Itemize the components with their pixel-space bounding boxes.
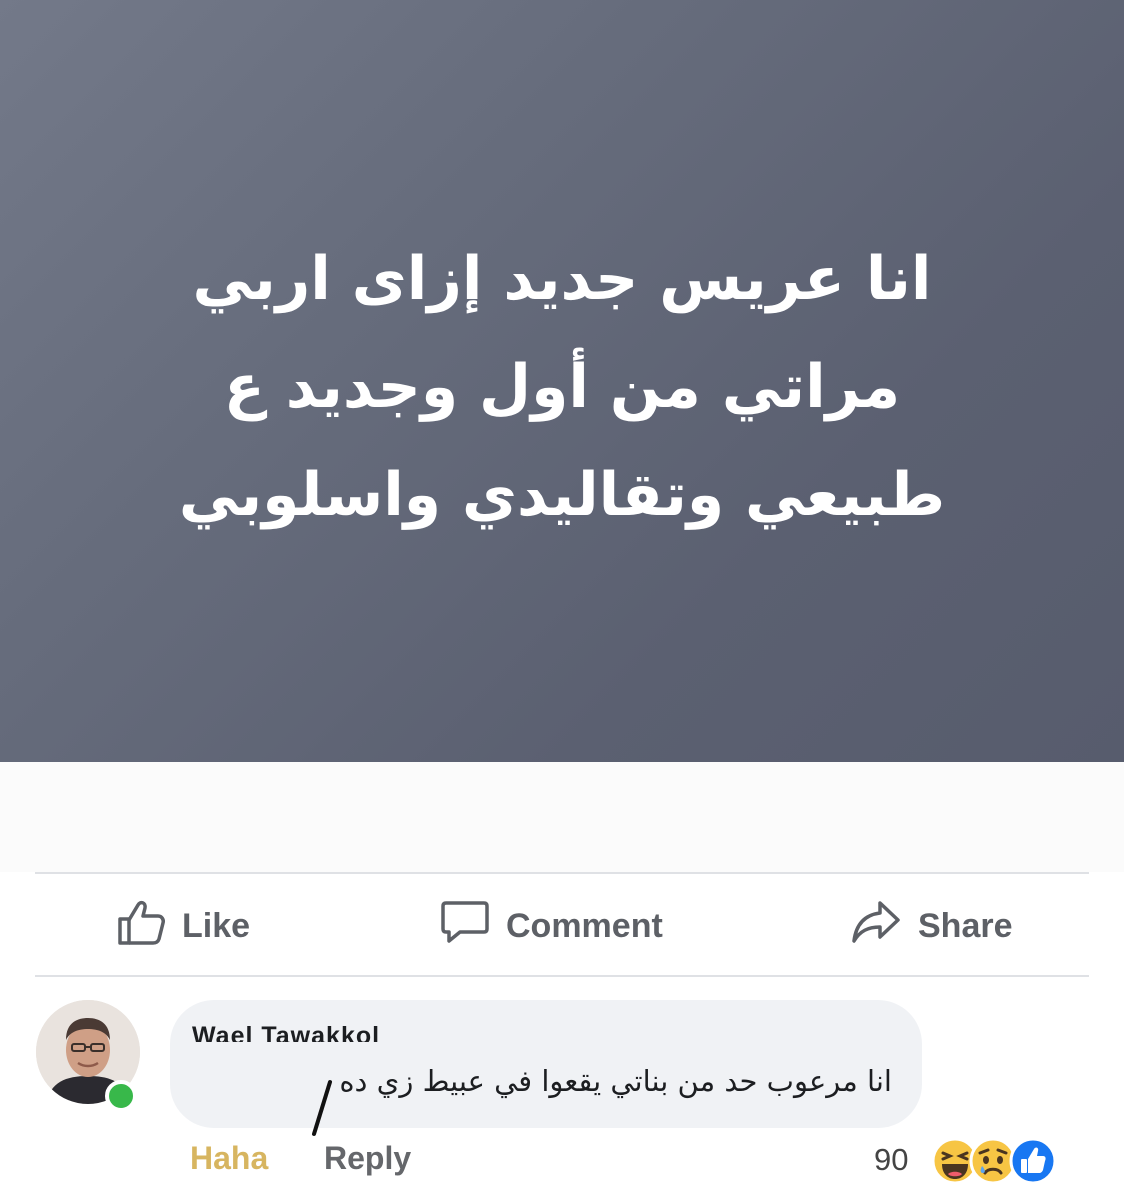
like-label: Like [182, 906, 251, 945]
post-line-3: طبيعي وتقاليدي واسلوبي [178, 460, 946, 530]
facebook-post-screenshot: انا عريس جديد إزاى اربي مراتي من أول وجد… [0, 0, 1124, 1200]
like-outline-icon [116, 899, 182, 954]
comment-bubble: Wael Tawakkol انا مرعوب حد من بناتي يقعو… [170, 1000, 922, 1128]
like-icon [1009, 1137, 1057, 1185]
post-card: انا عريس جديد إزاى اربي مراتي من أول وجد… [0, 0, 1124, 762]
share-button[interactable]: Share [850, 896, 1013, 956]
post-line-1: انا عريس جديد إزاى اربي [192, 244, 932, 314]
reaction-count[interactable]: 90 [874, 1142, 908, 1178]
share-arrow-icon [850, 899, 918, 954]
haha-reaction-link[interactable]: Haha [190, 1140, 268, 1177]
post-footer-strip [0, 762, 1124, 872]
reaction-icons[interactable] [930, 1136, 1070, 1186]
post-line-2: مراتي من أول وجديد ع [223, 352, 901, 422]
divider-top [35, 872, 1089, 874]
reply-link[interactable]: Reply [324, 1140, 411, 1177]
post-text: انا عريس جديد إزاى اربي مراتي من أول وجد… [90, 225, 1034, 549]
comment-text: انا مرعوب حد من بناتي يقعوا في عبيط زي د… [339, 1064, 892, 1098]
online-status-indicator [105, 1080, 137, 1112]
like-button[interactable]: Like [116, 896, 250, 956]
comment-label: Comment [506, 906, 663, 945]
handwritten-strike-mark [312, 1080, 332, 1136]
comment-button[interactable]: Comment [440, 896, 663, 956]
share-label: Share [918, 906, 1013, 945]
comment-bubble-icon [440, 899, 506, 954]
commenter-name[interactable]: Wael Tawakkol [192, 1022, 380, 1042]
divider-bottom [35, 975, 1089, 977]
